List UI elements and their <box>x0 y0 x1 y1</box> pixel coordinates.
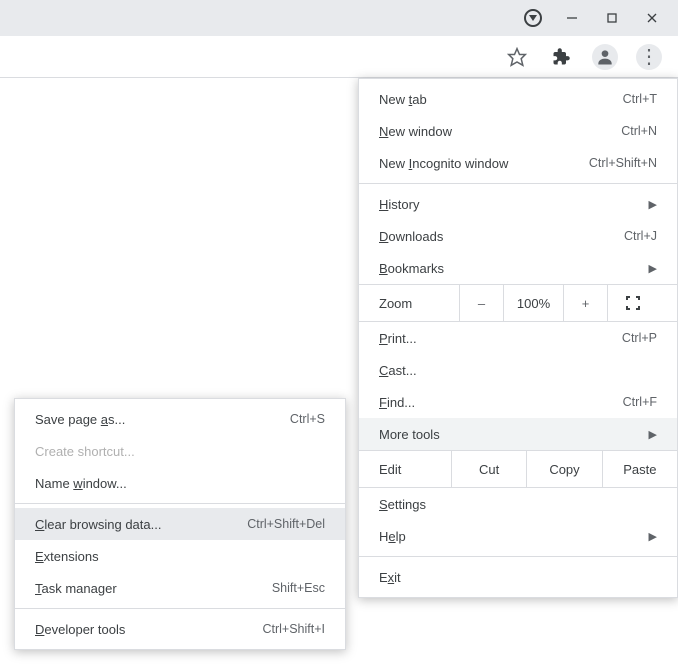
zoom-out-button[interactable]: – <box>459 285 503 321</box>
fullscreen-icon <box>626 296 640 310</box>
browser-toolbar <box>0 36 678 78</box>
submenu-separator <box>15 503 345 504</box>
paste-button[interactable]: Paste <box>602 451 677 487</box>
submenu-name-window[interactable]: Name window... <box>15 467 345 499</box>
window-maximize-button[interactable] <box>592 3 632 33</box>
menu-help[interactable]: Help▶ <box>359 520 677 552</box>
copy-button[interactable]: Copy <box>526 451 601 487</box>
zoom-value: 100% <box>503 285 563 321</box>
window-titlebar <box>0 0 678 36</box>
bookmark-star-icon[interactable] <box>504 44 530 70</box>
chrome-menu: New tabCtrl+T New windowCtrl+N New Incog… <box>358 78 678 598</box>
menu-bookmarks[interactable]: Bookmarks▶ <box>359 252 677 284</box>
menu-more-tools[interactable]: More tools▶ <box>359 418 677 450</box>
zoom-in-button[interactable]: + <box>563 285 607 321</box>
submenu-save-page[interactable]: Save page as...Ctrl+S <box>15 403 345 435</box>
edit-label: Edit <box>359 462 451 477</box>
menu-print[interactable]: Print...Ctrl+P <box>359 322 677 354</box>
submenu-create-shortcut: Create shortcut... <box>15 435 345 467</box>
submenu-developer-tools[interactable]: Developer toolsCtrl+Shift+I <box>15 613 345 645</box>
menu-new-tab[interactable]: New tabCtrl+T <box>359 83 677 115</box>
menu-downloads[interactable]: DownloadsCtrl+J <box>359 220 677 252</box>
menu-find[interactable]: Find...Ctrl+F <box>359 386 677 418</box>
menu-zoom-row: Zoom – 100% + <box>359 284 677 322</box>
menu-settings[interactable]: Settings <box>359 488 677 520</box>
menu-cast[interactable]: Cast... <box>359 354 677 386</box>
zoom-label: Zoom <box>359 296 459 311</box>
submenu-clear-browsing-data[interactable]: Clear browsing data...Ctrl+Shift+Del <box>15 508 345 540</box>
menu-history[interactable]: History▶ <box>359 188 677 220</box>
submenu-separator <box>15 608 345 609</box>
more-tools-submenu: Save page as...Ctrl+S Create shortcut...… <box>14 398 346 650</box>
menu-exit[interactable]: Exit <box>359 561 677 593</box>
fullscreen-button[interactable] <box>607 285 657 321</box>
menu-separator <box>359 183 677 184</box>
profile-avatar-icon[interactable] <box>592 44 618 70</box>
page-content: e New tabCtrl+T New windowCtrl+N New Inc… <box>0 78 678 672</box>
menu-new-window[interactable]: New windowCtrl+N <box>359 115 677 147</box>
menu-incognito[interactable]: New Incognito windowCtrl+Shift+N <box>359 147 677 179</box>
window-minimize-button[interactable] <box>552 3 592 33</box>
account-dropdown-icon[interactable] <box>524 9 542 27</box>
menu-edit-row: Edit Cut Copy Paste <box>359 450 677 488</box>
extensions-puzzle-icon[interactable] <box>548 44 574 70</box>
menu-separator <box>359 556 677 557</box>
menu-button[interactable] <box>636 44 662 70</box>
cut-button[interactable]: Cut <box>451 451 526 487</box>
window-close-button[interactable] <box>632 3 672 33</box>
submenu-extensions[interactable]: Extensions <box>15 540 345 572</box>
submenu-task-manager[interactable]: Task managerShift+Esc <box>15 572 345 604</box>
